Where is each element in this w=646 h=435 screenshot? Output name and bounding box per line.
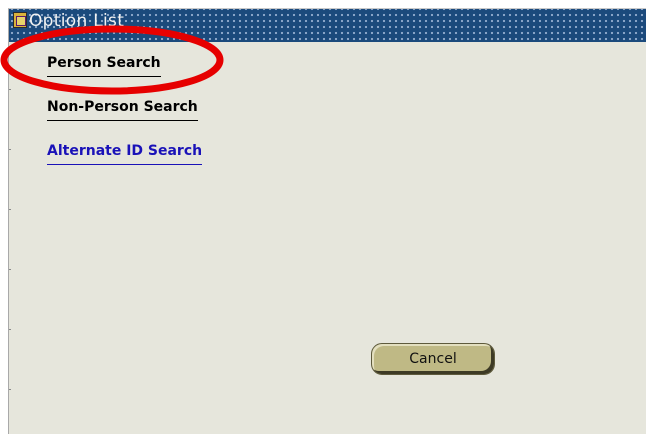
app-icon bbox=[13, 12, 27, 28]
title-bar[interactable]: Option List bbox=[9, 9, 646, 42]
window-left-edge bbox=[9, 89, 11, 435]
option-non-person-search[interactable]: Non-Person Search bbox=[47, 98, 198, 121]
window-title: Option List bbox=[29, 11, 125, 31]
cancel-button[interactable]: Cancel bbox=[371, 343, 495, 375]
option-list-window: Option List Person Search Non-Person Sea… bbox=[8, 8, 646, 435]
option-alternate-id-search[interactable]: Alternate ID Search bbox=[47, 142, 203, 165]
option-person-search[interactable]: Person Search bbox=[47, 54, 161, 77]
